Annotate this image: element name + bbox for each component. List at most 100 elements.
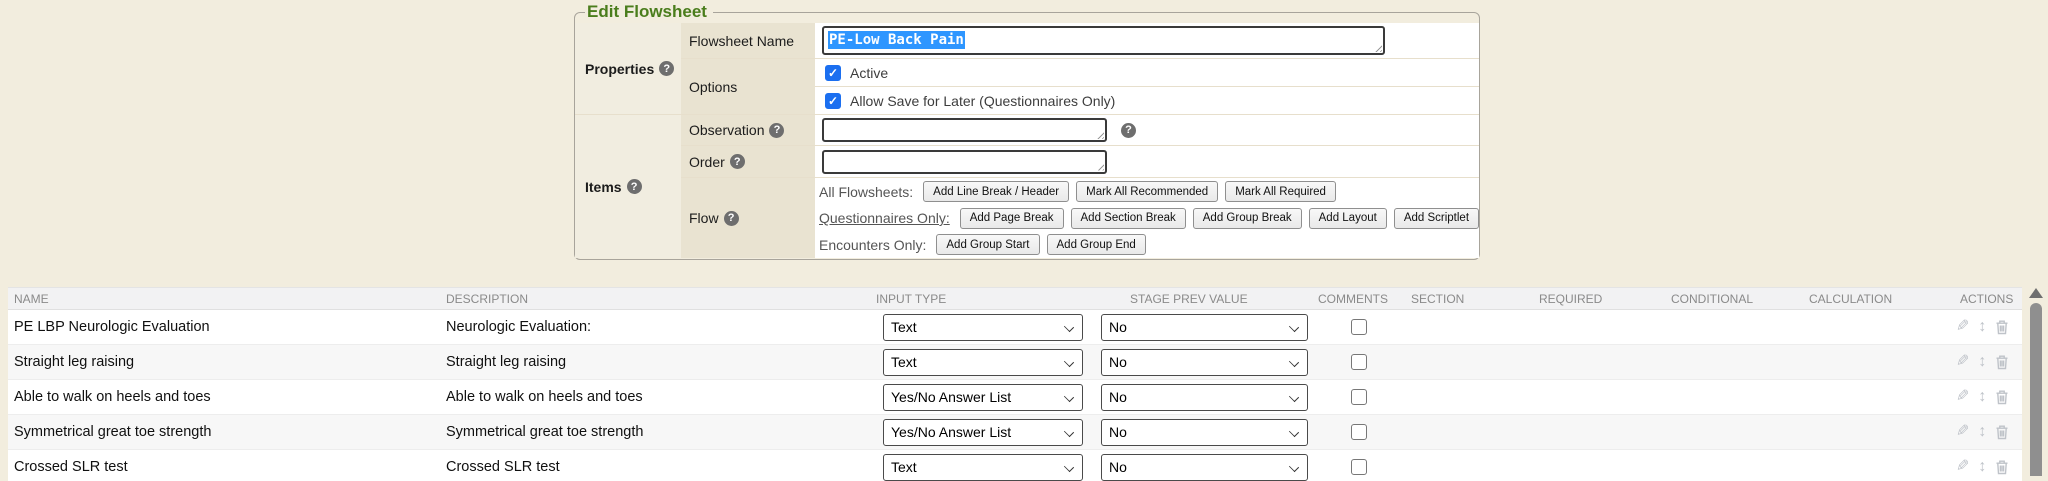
order-help-icon[interactable] (730, 154, 745, 169)
comments-checkbox[interactable] (1351, 459, 1367, 475)
input-type-select[interactable]: Text (883, 454, 1083, 481)
options-label-cell: Options (681, 59, 815, 115)
active-checkbox[interactable] (825, 65, 841, 81)
stage-prev-value-selected-value: No (1102, 319, 1127, 335)
actions-cell (1950, 389, 2022, 405)
flowsheet-name-label: Flowsheet Name (689, 33, 794, 49)
questionnaires-only-caption: Questionnaires Only: (819, 210, 950, 226)
move-icon[interactable] (1978, 319, 1986, 335)
stage-prev-value-selected-value: No (1102, 354, 1127, 370)
active-checkbox-label: Active (850, 65, 888, 81)
stage-prev-value-selected-value: No (1102, 389, 1127, 405)
flow-help-icon[interactable] (724, 211, 739, 226)
comments-checkbox[interactable] (1351, 354, 1367, 370)
move-icon[interactable] (1978, 354, 1986, 370)
comments-checkbox[interactable] (1351, 389, 1367, 405)
flow-button[interactable]: Add Group End (1047, 234, 1146, 255)
flow-button[interactable]: Add Group Start (936, 234, 1039, 255)
resize-grip-icon[interactable] (1095, 130, 1104, 139)
allow-save-for-later-checkbox[interactable] (825, 93, 841, 109)
edit-icon[interactable] (1956, 319, 1969, 335)
edit-flowsheet-grid: Properties Items Flowsheet Name Options … (575, 23, 1479, 258)
observation-input[interactable] (822, 118, 1107, 142)
comments-checkbox[interactable] (1351, 424, 1367, 440)
all-flowsheets-buttons: Add Line Break / Header Mark All Recommen… (923, 181, 1336, 202)
observation-label-cell: Observation (681, 115, 815, 146)
flow-button[interactable]: Add Line Break / Header (923, 181, 1069, 202)
chevron-down-icon (1064, 321, 1074, 331)
items-help-icon[interactable] (627, 179, 642, 194)
vertical-scrollbar[interactable] (2027, 286, 2045, 481)
stage-prev-value-cell: No (1088, 454, 1312, 481)
resize-grip-icon[interactable] (1373, 43, 1382, 52)
scrollbar-up-arrow-icon[interactable] (2029, 288, 2043, 298)
observation-value-cell (815, 115, 1479, 146)
properties-help-icon[interactable] (659, 61, 674, 76)
flowsheet-name-input[interactable]: PE-Low Back Pain (822, 26, 1385, 55)
flow-button[interactable]: Add Section Break (1071, 208, 1186, 229)
input-type-selected-value: Yes/No Answer List (884, 424, 1011, 440)
order-input[interactable] (822, 150, 1107, 174)
observation-field-help-icon[interactable] (1121, 123, 1136, 138)
col-header-calculation: CALCULATION (1800, 292, 1950, 306)
resize-grip-icon[interactable] (1095, 162, 1104, 171)
input-type-cell: Yes/No Answer List (870, 419, 1088, 446)
flow-button[interactable]: Add Scriptlet (1394, 208, 1479, 229)
flowsheet-name-selected-text: PE-Low Back Pain (828, 31, 965, 49)
delete-icon[interactable] (1995, 459, 2009, 475)
table-row: Straight leg raising Straight leg raisin… (8, 345, 2022, 380)
comments-cell (1312, 319, 1400, 335)
chevron-down-icon (1064, 461, 1074, 471)
table-row: Able to walk on heels and toes Able to w… (8, 380, 2022, 415)
input-type-cell: Yes/No Answer List (870, 384, 1088, 411)
flow-button[interactable]: Add Page Break (960, 208, 1064, 229)
chevron-down-icon (1289, 461, 1299, 471)
stage-prev-value-select[interactable]: No (1101, 349, 1308, 376)
chevron-down-icon (1064, 356, 1074, 366)
col-header-name: NAME (8, 292, 440, 306)
table-row: PE LBP Neurologic Evaluation Neurologic … (8, 310, 2022, 345)
input-type-select[interactable]: Yes/No Answer List (883, 384, 1083, 411)
stage-prev-value-select[interactable]: No (1101, 384, 1308, 411)
edit-flowsheet-panel: Edit Flowsheet Properties Items Flowshee… (574, 2, 1480, 260)
move-icon[interactable] (1978, 424, 1986, 440)
edit-icon[interactable] (1956, 459, 1969, 475)
observation-label: Observation (689, 122, 764, 138)
table-body: PE LBP Neurologic Evaluation Neurologic … (8, 310, 2022, 481)
actions-cell (1950, 319, 2022, 335)
stage-prev-value-select[interactable]: No (1101, 454, 1308, 481)
flow-button[interactable]: Add Group Break (1193, 208, 1302, 229)
scrollbar-thumb[interactable] (2030, 303, 2042, 476)
col-header-actions: ACTIONS (1950, 292, 2022, 306)
input-type-select[interactable]: Yes/No Answer List (883, 419, 1083, 446)
stage-prev-value-select[interactable]: No (1101, 314, 1308, 341)
flow-button[interactable]: Mark All Required (1225, 181, 1336, 202)
flow-button[interactable]: Mark All Recommended (1076, 181, 1218, 202)
items-label: Items (585, 179, 622, 195)
stage-prev-value-select[interactable]: No (1101, 419, 1308, 446)
col-header-conditional: CONDITIONAL (1660, 292, 1800, 306)
stage-prev-value-cell: No (1088, 419, 1312, 446)
delete-icon[interactable] (1995, 354, 2009, 370)
actions-cell (1950, 354, 2022, 370)
input-type-select[interactable]: Text (883, 314, 1083, 341)
comments-cell (1312, 459, 1400, 475)
edit-icon[interactable] (1956, 424, 1969, 440)
observation-help-icon[interactable] (769, 123, 784, 138)
delete-icon[interactable] (1995, 424, 2009, 440)
input-type-select[interactable]: Text (883, 349, 1083, 376)
flow-encounters-row: Encounters Only: Add Group StartAdd Grou… (815, 231, 1479, 258)
table-header-row: NAME DESCRIPTION INPUT TYPE STAGE PREV V… (8, 287, 2022, 310)
delete-icon[interactable] (1995, 389, 2009, 405)
edit-icon[interactable] (1956, 354, 1969, 370)
flow-button[interactable]: Add Layout (1309, 208, 1387, 229)
move-icon[interactable] (1978, 459, 1986, 475)
comments-cell (1312, 424, 1400, 440)
questionnaires-only-buttons: Add Page Break Add Section Break Add Group… (960, 208, 1479, 229)
move-icon[interactable] (1978, 389, 1986, 405)
stage-prev-value-cell: No (1088, 314, 1312, 341)
edit-icon[interactable] (1956, 389, 1969, 405)
delete-icon[interactable] (1995, 319, 2009, 335)
comments-checkbox[interactable] (1351, 319, 1367, 335)
input-type-cell: Text (870, 349, 1088, 376)
